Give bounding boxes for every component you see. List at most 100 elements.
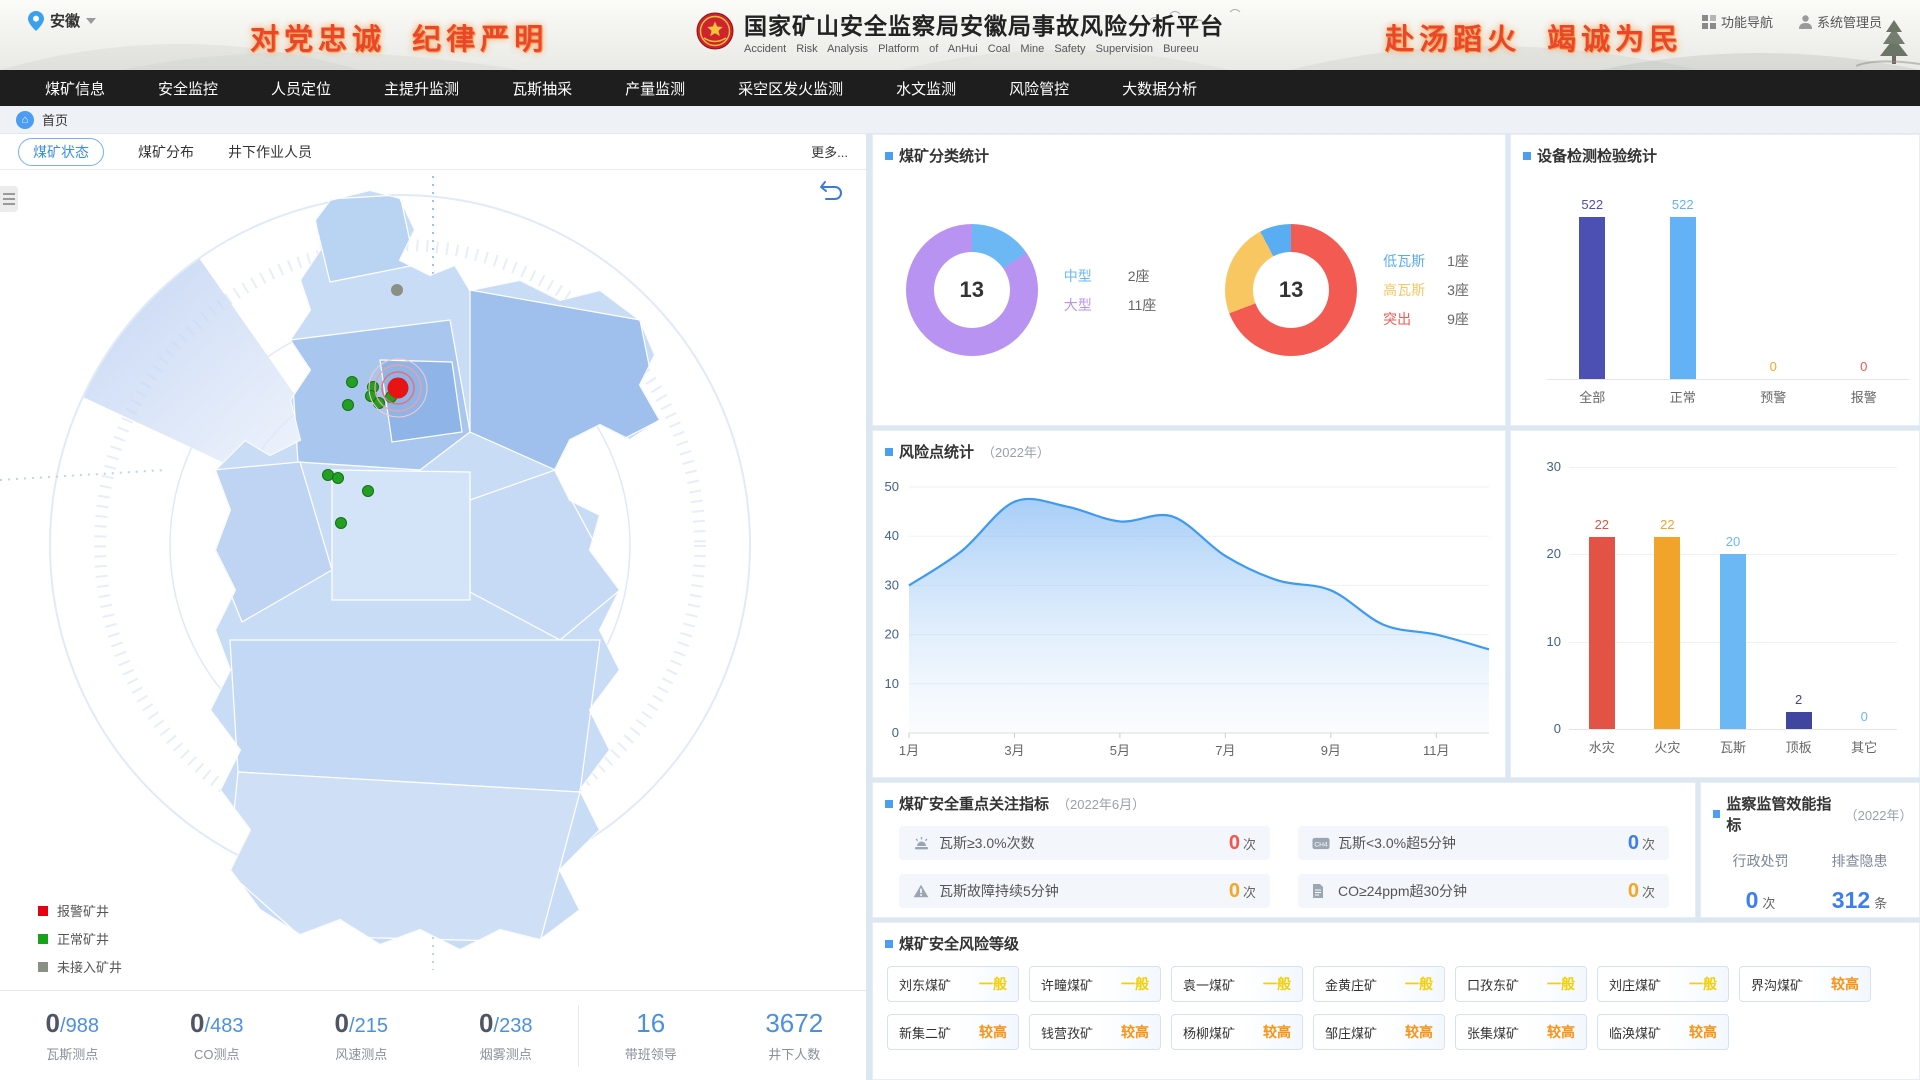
mine-risk-badge: 一般 <box>1547 974 1586 994</box>
panel-device-check: 设备检测检验统计 522全部522正常0预警0报警 <box>1510 134 1920 426</box>
mine-card-临涣煤矿[interactable]: 临涣煤矿较高 <box>1597 1014 1729 1050</box>
mine-card-许疃煤矿[interactable]: 许疃煤矿一般 <box>1029 966 1161 1002</box>
nav-item-5[interactable]: 瓦斯抽采 <box>512 78 572 99</box>
mine-name: 口孜东矿 <box>1456 975 1519 994</box>
siren-icon <box>913 835 931 851</box>
home-icon[interactable]: ⌂ <box>16 111 34 129</box>
nav-item-1[interactable]: 煤矿信息 <box>45 78 105 99</box>
svg-text:10: 10 <box>885 676 899 691</box>
page-header: 安徽 对党忠诚 纪律严明 赴汤蹈火 竭诚为民 国家矿山安全监察局安徽局事故风险分… <box>0 0 1920 70</box>
indicator-CO≥24ppm超30分钟: CO≥24ppm超30分钟0次 <box>1298 874 1669 908</box>
anhui-map-svg[interactable] <box>0 170 866 990</box>
donut-legend-item: 低瓦斯1座 <box>1383 251 1469 271</box>
mine-card-邹庄煤矿[interactable]: 邹庄煤矿较高 <box>1313 1014 1445 1050</box>
legend-item: 未接入矿井 <box>38 957 122 976</box>
stat-value: 0/483 <box>145 1008 290 1039</box>
svg-text:7月: 7月 <box>1215 743 1235 758</box>
map-reset-icon[interactable] <box>818 178 844 200</box>
risk-points-subtitle: （2022年） <box>982 442 1050 461</box>
mine-name: 新集二矿 <box>888 1023 951 1042</box>
donut-legend-label: 高瓦斯 <box>1383 280 1431 300</box>
user-menu[interactable]: 系统管理员 <box>1799 12 1882 31</box>
grid-menu-icon <box>1702 15 1716 29</box>
stat-label: 井下人数 <box>723 1044 867 1063</box>
mine-card-杨柳煤矿[interactable]: 杨柳煤矿较高 <box>1171 1014 1303 1050</box>
quick-nav-button[interactable]: 功能导航 <box>1702 12 1773 31</box>
donut-chart: 13 <box>906 224 1038 356</box>
stat-label: 瓦斯测点 <box>0 1044 145 1063</box>
gas-type-donut: 13低瓦斯1座高瓦斯3座突出9座 <box>1189 224 1505 356</box>
panel-key-indicators: 煤矿安全重点关注指标 （2022年6月） 瓦斯≥3.0%次数0次CH4瓦斯<3.… <box>872 782 1696 918</box>
mine-name: 杨柳煤矿 <box>1172 1023 1235 1042</box>
mine-card-新集二矿[interactable]: 新集二矿较高 <box>887 1014 1019 1050</box>
svg-text:11月: 11月 <box>1423 743 1450 758</box>
nav-item-3[interactable]: 人员定位 <box>271 78 331 99</box>
mine-card-张集煤矿[interactable]: 张集煤矿较高 <box>1455 1014 1587 1050</box>
panel-mine-classification: 煤矿分类统计 13中型2座大型11座13低瓦斯1座高瓦斯3座突出9座 <box>872 134 1506 426</box>
donut-chart: 13 <box>1225 224 1357 356</box>
more-link[interactable]: 更多... <box>811 142 848 161</box>
donut-total: 13 <box>959 277 983 303</box>
device-title: 设备检测检验统计 <box>1537 145 1657 166</box>
svg-text:CH4: CH4 <box>1314 841 1328 848</box>
panel-collapse-handle[interactable] <box>0 186 18 212</box>
nav-item-9[interactable]: 风险管控 <box>1009 78 1069 99</box>
svg-text:0: 0 <box>892 725 899 740</box>
bar-火灾[interactable] <box>1654 537 1680 729</box>
tab-1[interactable]: 煤矿状态 <box>18 138 104 166</box>
user-label: 系统管理员 <box>1817 12 1882 31</box>
efficiency-title: 监察监管效能指标 <box>1726 793 1836 835</box>
normal-mine-marker[interactable] <box>347 377 358 388</box>
normal-mine-marker[interactable] <box>336 518 347 529</box>
normal-mine-marker[interactable] <box>343 400 354 411</box>
nav-item-8[interactable]: 水文监测 <box>896 78 956 99</box>
donut-legend-value: 9座 <box>1447 309 1469 329</box>
offline-mine-marker[interactable] <box>391 284 403 296</box>
normal-mine-marker[interactable] <box>323 470 334 481</box>
main-nav: 煤矿信息 安全监控 人员定位 主提升监测 瓦斯抽采 产量监测 采空区发火监测 水文监测 风险管控… <box>0 70 1920 106</box>
slogan-left: 对党忠诚 纪律严明 <box>250 16 548 58</box>
co-report-icon <box>1312 883 1330 899</box>
breadcrumb-home-label[interactable]: 首页 <box>42 110 68 129</box>
efficiency-unit: 条 <box>1874 896 1887 911</box>
mine-name: 金黄庄矿 <box>1314 975 1377 994</box>
bar-value-label: 20 <box>1698 534 1768 549</box>
efficiency-subtitle: （2022年） <box>1845 805 1907 824</box>
mine-card-界沟煤矿[interactable]: 界沟煤矿较高 <box>1739 966 1871 1002</box>
bar-全部[interactable] <box>1579 217 1605 379</box>
legend-swatch <box>38 962 48 972</box>
mine-card-口孜东矿[interactable]: 口孜东矿 一般 <box>1455 966 1587 1002</box>
mine-card-刘东煤矿[interactable]: 刘东煤矿一般 <box>887 966 1019 1002</box>
tab-2[interactable]: 煤矿分布 <box>138 142 194 162</box>
nav-item-6[interactable]: 产量监测 <box>625 78 685 99</box>
mine-risk-badge: 一般 <box>1405 974 1444 994</box>
region-selector[interactable]: 安徽 <box>28 10 96 31</box>
mine-card-袁一煤矿[interactable]: 袁一煤矿一般 <box>1171 966 1303 1002</box>
tab-3[interactable]: 井下作业人员 <box>228 142 312 162</box>
donut-legend-value: 2座 <box>1128 266 1150 286</box>
normal-mine-marker[interactable] <box>374 398 385 409</box>
mine-name: 刘庄煤矿 <box>1598 975 1661 994</box>
map-panel: 煤矿状态 煤矿分布 井下作业人员 更多... <box>0 134 866 1080</box>
nav-item-4[interactable]: 主提升监测 <box>384 78 459 99</box>
indicator-value-wrap: 0次 <box>1229 880 1256 903</box>
nav-item-10[interactable]: 大数据分析 <box>1122 78 1197 99</box>
bar-顶板[interactable] <box>1786 712 1812 729</box>
normal-mine-marker[interactable] <box>333 473 344 484</box>
platform-title-block: 国家矿山安全监察局安徽局事故风险分析平台 Accident Risk Analy… <box>696 7 1224 55</box>
bar-正常[interactable] <box>1670 217 1696 379</box>
stat-风速测点: 0/215风速测点 <box>289 1008 434 1063</box>
region-label: 安徽 <box>50 10 80 31</box>
stat-瓦斯测点: 0/988瓦斯测点 <box>0 1008 145 1063</box>
mine-card-金黄庄矿[interactable]: 金黄庄矿 一般 <box>1313 966 1445 1002</box>
mine-card-钱营孜矿[interactable]: 钱营孜矿较高 <box>1029 1014 1161 1050</box>
bar-水灾[interactable] <box>1589 537 1615 729</box>
normal-mine-marker[interactable] <box>363 486 374 497</box>
nav-item-2[interactable]: 安全监控 <box>158 78 218 99</box>
mine-card-刘庄煤矿[interactable]: 刘庄煤矿一般 <box>1597 966 1729 1002</box>
svg-text:50: 50 <box>885 479 899 494</box>
nav-item-7[interactable]: 采空区发火监测 <box>738 78 843 99</box>
alarm-mine-marker[interactable] <box>388 378 409 399</box>
stat-label: CO测点 <box>145 1044 290 1063</box>
bar-瓦斯[interactable] <box>1720 554 1746 729</box>
